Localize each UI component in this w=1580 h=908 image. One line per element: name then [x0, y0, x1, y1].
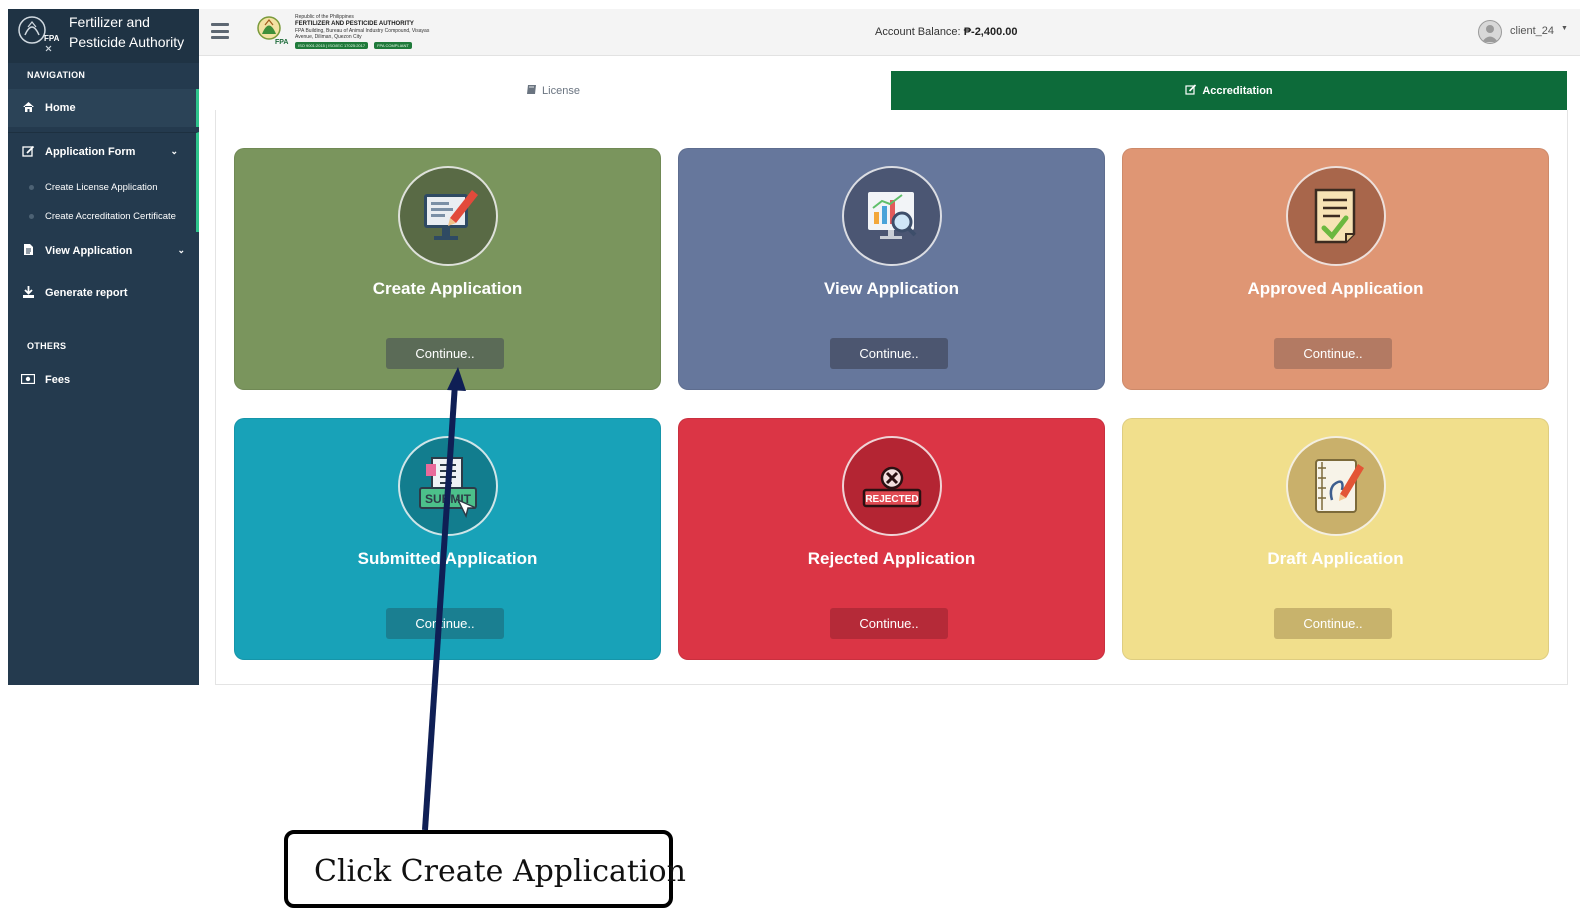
draft-note-icon — [1286, 436, 1386, 536]
continue-button[interactable]: Continue.. — [830, 338, 948, 369]
download-icon — [21, 285, 35, 301]
avatar[interactable] — [1478, 20, 1502, 44]
edit-icon — [21, 145, 35, 160]
sidebar-item-label: Home — [45, 102, 76, 114]
sidebar-item-home[interactable]: Home — [8, 89, 199, 127]
tab-accreditation-label: Accreditation — [1202, 84, 1273, 97]
continue-button[interactable]: Continue.. — [386, 608, 504, 639]
card-title: Draft Application — [1267, 549, 1404, 568]
sidebar-subitem-create-license[interactable]: Create License Application — [45, 182, 158, 193]
card-title: Approved Application — [1247, 279, 1424, 298]
tab-accreditation[interactable]: Accreditation — [891, 71, 1567, 110]
chevron-down-icon: ⌄ — [170, 146, 178, 156]
caret-down-icon[interactable]: ▼ — [1561, 25, 1568, 32]
continue-button[interactable]: Continue.. — [386, 338, 504, 369]
sidebar-item-label: Fees — [45, 374, 71, 386]
file-icon — [21, 243, 35, 259]
brand-line-1: Fertilizer and — [69, 14, 150, 30]
brand[interactable]: FPA Fertilizer and Pesticide Authority — [8, 9, 199, 63]
fpa-header-text: Republic of the Philippines FERTILIZER A… — [295, 14, 429, 49]
fpa-logo-icon: FPA — [257, 16, 288, 46]
application-form-submenu: Create License Application Create Accred… — [8, 170, 199, 232]
navigation-heading: NAVIGATION — [27, 70, 86, 80]
card-create-application[interactable]: Create Application Continue.. — [234, 148, 661, 390]
agency-title: FERTILIZER AND PESTICIDE AUTHORITY — [295, 21, 414, 27]
rejected-icon: REJECTED — [842, 436, 942, 536]
user-icon — [1482, 25, 1498, 42]
fpa-seal-icon: FPA — [18, 16, 60, 52]
svg-text:FPA: FPA — [275, 39, 288, 46]
card-title: Submitted Application — [357, 549, 538, 568]
menu-toggle-icon[interactable] — [211, 23, 229, 39]
sidebar-item-label: Application Form — [45, 146, 136, 158]
sidebar-item-fees[interactable]: Fees — [8, 361, 199, 399]
svg-text:FPA: FPA — [44, 34, 60, 43]
money-icon — [20, 373, 36, 387]
card-draft-application[interactable]: Draft Application Continue.. — [1122, 418, 1549, 660]
card-title: Rejected Application — [807, 549, 976, 568]
card-approved-application[interactable]: Approved Application Continue.. — [1122, 148, 1549, 390]
tab-license[interactable]: License — [215, 71, 891, 110]
iso-badge: ISO 9001:2015 | ISO/IEC 17025:2017 — [295, 42, 369, 49]
balance-value: ₱-2,400.00 — [963, 26, 1018, 38]
sidebar-item-application-form[interactable]: Application Form ⌄ — [8, 132, 199, 171]
card-rejected-application[interactable]: REJECTED Rejected Application Continue.. — [678, 418, 1105, 660]
bullet-icon — [29, 185, 34, 190]
brand-line-2: Pesticide Authority — [69, 34, 185, 50]
bullet-icon — [29, 214, 34, 219]
sidebar: FPA Fertilizer and Pesticide Authority N… — [8, 9, 199, 685]
sidebar-item-label: View Application — [45, 245, 133, 257]
continue-button[interactable]: Continue.. — [1274, 608, 1392, 639]
balance-label: Account Balance: — [875, 26, 961, 38]
annotation-callout: Click Create Application — [284, 830, 686, 908]
book-icon — [526, 84, 537, 98]
chevron-down-icon: ⌄ — [177, 245, 185, 255]
card-title: Create Application — [372, 279, 523, 298]
continue-button[interactable]: Continue.. — [1274, 338, 1392, 369]
tab-bar: License Accreditation — [215, 71, 1567, 111]
account-balance: Account Balance: ₱-2,400.00 — [875, 26, 1018, 38]
card-view-application[interactable]: View Application Continue.. — [678, 148, 1105, 390]
sidebar-item-generate-report[interactable]: Generate report — [8, 274, 199, 312]
main-content: Create Application Continue.. View Appli… — [215, 110, 1568, 685]
others-heading: OTHERS — [27, 341, 67, 351]
username[interactable]: client_24 — [1510, 25, 1554, 37]
edit-icon — [1185, 83, 1197, 98]
home-icon — [21, 101, 35, 116]
annotation-text: Click Create Application — [314, 854, 686, 889]
sidebar-item-label: Generate report — [45, 287, 128, 299]
brand-name: Fertilizer and Pesticide Authority — [69, 12, 184, 52]
svg-text:REJECTED: REJECTED — [865, 494, 918, 505]
agency-address-2: Avenue, Diliman, Quezon City — [295, 34, 362, 40]
submit-icon: SUBMIT — [398, 436, 498, 536]
compliance-badge: FPA COMPLIANT — [374, 42, 412, 49]
sidebar-item-view-application[interactable]: View Application ⌄ — [8, 232, 199, 270]
card-title: View Application — [823, 279, 960, 298]
chart-magnifier-icon — [842, 166, 942, 266]
tab-license-label: License — [542, 84, 580, 97]
card-submitted-application[interactable]: SUBMIT Submitted Application Continue.. — [234, 418, 661, 660]
continue-button[interactable]: Continue.. — [830, 608, 948, 639]
top-bar: FPA Republic of the Philippines FERTILIZ… — [199, 9, 1580, 56]
monitor-pen-icon — [398, 166, 498, 266]
sidebar-subitem-create-accreditation[interactable]: Create Accreditation Certificate — [45, 211, 176, 222]
approved-document-icon — [1286, 166, 1386, 266]
